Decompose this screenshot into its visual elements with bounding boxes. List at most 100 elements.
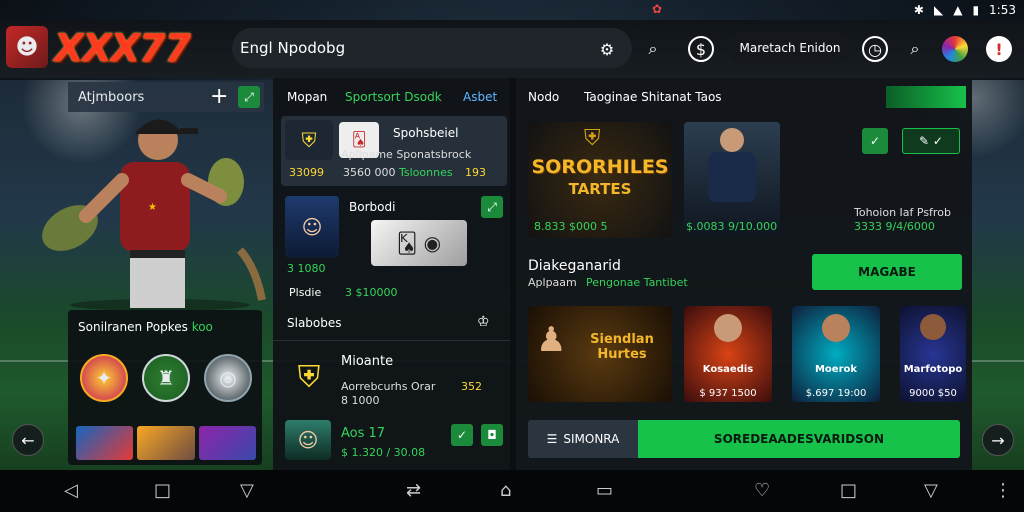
account-pill-label: Maretach Enidon	[739, 41, 841, 55]
game-subtitle: Apllpame Sponatsbrock	[341, 148, 472, 161]
account-pill[interactable]: Maretach Enidon	[728, 32, 852, 64]
middle-tabs: Mopan Sportsort Dsodk Asbet	[273, 78, 515, 114]
app-screen: ✿ ✱ ◣ ▲ ▮ 1:53 ☻ XXX77 Engl Npodobg ⚙ ⌕ …	[0, 0, 1024, 512]
settings-icon[interactable]: ⚙	[594, 36, 620, 62]
badge-coin-icon[interactable]: ♜	[142, 354, 190, 402]
section-action-button[interactable]: MAGABE	[812, 254, 962, 290]
game-value-left: $ 1.320 / 30.08	[341, 446, 426, 459]
dollar-icon[interactable]: $	[688, 36, 714, 62]
athlete-icon: ♟	[536, 320, 567, 360]
popular-title-text: Sonilranen Popkes	[78, 320, 188, 334]
featured-values: 8.833 $000 5	[534, 220, 608, 233]
window-icon[interactable]: ▭	[596, 480, 613, 501]
game-row-aos[interactable]: ☺ Aos 17 $ 1.320 / 30.08 ✓ ◘	[281, 418, 507, 464]
game-value-bottom: Plsdie	[289, 286, 322, 299]
search-input[interactable]: Engl Npodobg	[232, 28, 632, 68]
favorite-icon[interactable]: ♡	[754, 480, 770, 501]
tile-name: Siendlan Hurtes	[590, 332, 654, 362]
tab-sportsbook[interactable]: Sportsort Dsodk	[345, 90, 442, 104]
right-panel: Nodo Taoginae Shitanat Taos SORORHILES T…	[516, 78, 972, 470]
previous-arrow-icon[interactable]: ←	[12, 424, 44, 456]
game-value-left: 33099	[289, 166, 324, 179]
chevron-down-icon[interactable]: ▽	[240, 480, 254, 501]
game-value-left: 3 1080	[287, 262, 326, 275]
rewards-icon[interactable]	[942, 36, 968, 62]
bottom-action-bar: ☰ SIMONRA SOREDEAADESVARIDSON	[528, 420, 960, 458]
check-icon[interactable]: ✓	[451, 424, 473, 446]
featured-logo-line2: TARTES	[568, 180, 632, 198]
section-sub1: Aplpaam	[528, 276, 577, 289]
menu-icon: ☰	[546, 432, 558, 446]
section-title: Diakeganarid	[528, 258, 621, 274]
section-title: Slabobes	[287, 316, 342, 330]
player-head	[720, 128, 744, 152]
next-arrow-icon[interactable]: →	[982, 424, 1014, 456]
tile-name: Marfotopo	[903, 364, 963, 375]
tab-bet[interactable]: Asbet	[463, 90, 497, 104]
game-value-extra: 193	[465, 166, 486, 179]
tab-main[interactable]: Mopan	[287, 90, 327, 104]
check-icon[interactable]: ✓	[862, 128, 888, 154]
home-icon[interactable]: ⌂	[500, 480, 511, 501]
tab-nodo[interactable]: Nodo	[528, 90, 559, 104]
game-row-sportsbook[interactable]: ⛨ 🂡 Spohsbeiel Apllpame Sponatsbrock 330…	[281, 116, 507, 186]
promo-ribbon[interactable]	[886, 86, 966, 108]
shield-icon: ⛨	[285, 120, 333, 160]
popular-games-title: Sonilranen Popkes koo	[78, 320, 213, 334]
popular-games-card[interactable]: Sonilranen Popkes koo ✦ ♜ ◎	[68, 310, 262, 465]
clock: 1:53	[989, 3, 1016, 17]
tab-sports-bets[interactable]: Taoginae Shitanat Taos	[584, 90, 722, 104]
game-value-mid: 3560 000	[343, 166, 396, 179]
recents-icon[interactable]: □	[154, 480, 171, 501]
expand-icon[interactable]: ⤢	[481, 196, 503, 218]
bluetooth-icon: ✱	[913, 3, 924, 17]
clock-icon[interactable]: ◷	[862, 36, 888, 62]
brand-logo[interactable]: XXX77	[54, 26, 191, 70]
player-card-icon: ☺	[285, 420, 331, 460]
thumbnail-player[interactable]	[76, 426, 134, 460]
search-icon-secondary[interactable]: ⌕	[902, 36, 928, 62]
game-subtitle: Aorrebcurhs Orar	[341, 380, 436, 393]
secondary-action-label: SIMONRA	[563, 432, 620, 446]
player-jersey	[708, 152, 756, 202]
gift-icon[interactable]: ◘	[481, 424, 503, 446]
slot-coin-icon[interactable]: ✦	[80, 354, 128, 402]
crest-icon: ⛨	[584, 126, 601, 151]
share-icon[interactable]: ⇄	[406, 480, 421, 501]
game-row-table-games[interactable]: ☺ Borbodi 🂮 ◉ ⤢ 3 1080 Plsdie 3 $10000	[281, 192, 507, 302]
game-value-bottom2: 3 $10000	[345, 286, 398, 299]
tile-game-2[interactable]: Kosaedis $ 937 1500	[684, 306, 772, 402]
featured-player-card[interactable]	[684, 122, 780, 236]
thumbnail-trophy[interactable]	[137, 426, 195, 460]
game-value-right: Tsloonnes	[399, 166, 453, 179]
svg-text:★: ★	[148, 202, 157, 213]
secondary-action-button[interactable]: ☰ SIMONRA	[528, 420, 638, 458]
tile-game-1[interactable]: ♟ Siendlan Hurtes	[528, 306, 672, 402]
info-icon[interactable]: !	[986, 36, 1012, 62]
square-icon[interactable]: □	[840, 480, 857, 501]
back-icon[interactable]: ◁	[64, 480, 78, 501]
tile-value: $ 937 1500	[699, 388, 757, 399]
section-sub2: Pengonae Tantibet	[586, 276, 688, 289]
tile-game-4[interactable]: Marfotopo 9000 $50	[900, 306, 966, 402]
side-values: 3333 9/4/6000	[854, 220, 935, 233]
shield-badge-icon: ⛨	[297, 359, 321, 395]
tile-name: Kosaedis	[702, 364, 754, 375]
chevron-down-icon-2[interactable]: ▽	[924, 480, 938, 501]
featured-logo-line1: SORORHILES	[531, 156, 669, 178]
thumbnail-athlete[interactable]	[198, 426, 256, 460]
brand-avatar-icon[interactable]: ☻	[6, 26, 48, 68]
edit-button[interactable]: ✎ ✓	[902, 128, 960, 154]
more-icon[interactable]: ⋮	[994, 480, 1012, 501]
wifi-icon: ◣	[933, 3, 944, 17]
side-label: Tohoion Iaf Psfrob	[854, 206, 951, 219]
primary-action-button[interactable]: SOREDEAADESVARIDSON	[638, 420, 960, 458]
tile-game-3[interactable]: Moerok $.697 19:00	[792, 306, 880, 402]
middle-panel: Mopan Sportsort Dsodk Asbet ⛨ 🂡 Spohsbei…	[273, 78, 515, 470]
top-header: ☻ XXX77 Engl Npodobg ⚙ ⌕ $ Maretach Enid…	[0, 20, 1024, 78]
search-icon[interactable]: ⌕	[640, 36, 666, 62]
game-row-mioante[interactable]: ⛨ Mioante Aorrebcurhs Orar 352 8 1000	[281, 346, 507, 416]
popular-thumbnails	[76, 426, 256, 460]
crown-icon[interactable]: ♔	[477, 314, 490, 330]
poker-chip-icon[interactable]: ◎	[204, 354, 252, 402]
